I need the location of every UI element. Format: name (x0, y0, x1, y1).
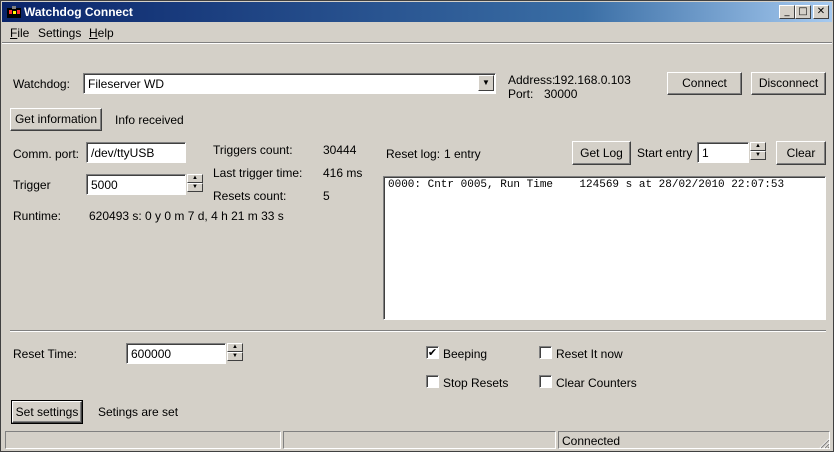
watchdog-select[interactable]: Fileserver WD (83, 73, 496, 94)
address-value: 192.168.0.103 (554, 73, 631, 87)
close-button[interactable]: ✕ (813, 5, 829, 19)
maximize-button[interactable]: □ (795, 5, 811, 19)
set-settings-button[interactable]: Set settings (11, 400, 83, 424)
menu-file-label: ile (17, 26, 30, 40)
port-label: Port: (508, 87, 534, 101)
title-bar[interactable]: Watchdog Connect _ □ ✕ (2, 2, 832, 22)
settings-status: Setings are set (98, 405, 179, 419)
connect-button[interactable]: Connect (667, 72, 742, 95)
section-separator (10, 330, 826, 332)
main-window: Watchdog Connect _ □ ✕ File Settings Hel… (0, 0, 834, 452)
trigger-spinner[interactable]: ▲ ▼ (187, 174, 203, 192)
spin-down-icon[interactable]: ▼ (187, 183, 203, 192)
start-entry-label: Start entry (637, 146, 693, 160)
window-title: Watchdog Connect (24, 5, 133, 19)
menu-settings[interactable]: Settings (38, 26, 81, 40)
reset-time-spinner[interactable]: ▲ ▼ (227, 343, 243, 361)
runtime-value: 620493 s: 0 y 0 m 7 d, 4 h 21 m 33 s (89, 209, 284, 223)
reset-it-now-checkbox[interactable] (539, 346, 552, 359)
triggers-count-value: 30444 (323, 143, 357, 157)
menu-help[interactable]: Help (89, 26, 114, 40)
start-entry-spinner[interactable]: ▲ ▼ (750, 142, 766, 160)
spin-down-icon[interactable]: ▼ (227, 352, 243, 361)
comm-port-label: Comm. port: (13, 147, 80, 161)
reset-log-label: Reset log: (386, 147, 441, 161)
menu-file[interactable]: File (10, 26, 29, 40)
status-pane-2 (283, 431, 556, 449)
minimize-button[interactable]: _ (779, 5, 795, 19)
spin-up-icon[interactable]: ▲ (187, 174, 203, 183)
reset-it-now-label[interactable]: Reset It now (556, 347, 623, 361)
reset-log-entries: 1 entry (444, 147, 481, 161)
status-pane-connection: Connected (558, 431, 830, 449)
address-label: Address: (508, 73, 556, 87)
chevron-down-icon[interactable]: ▼ (478, 75, 494, 91)
reset-time-input[interactable]: 600000 (126, 343, 226, 364)
reset-log-list[interactable]: 0000: Cntr 0005, Run Time 124569 s at 28… (383, 176, 826, 320)
start-entry-input[interactable]: 1 (697, 142, 749, 163)
menu-help-label: elp (97, 26, 114, 40)
get-information-button[interactable]: Get information (10, 108, 102, 131)
menu-help-mnemonic: H (89, 26, 98, 40)
triggers-count-label: Triggers count: (213, 143, 293, 157)
last-trigger-label: Last trigger time: (213, 166, 303, 180)
spin-up-icon[interactable]: ▲ (750, 142, 766, 151)
clear-counters-checkbox[interactable] (539, 375, 552, 388)
clear-log-button[interactable]: Clear (776, 141, 826, 165)
resize-grip-icon[interactable] (818, 437, 830, 449)
watchdog-selected-value: Fileserver WD (88, 77, 165, 91)
spin-up-icon[interactable]: ▲ (227, 343, 243, 352)
reset-time-label: Reset Time: (13, 347, 78, 361)
stop-resets-checkbox[interactable] (426, 375, 439, 388)
menu-separator (2, 42, 832, 44)
stop-resets-label[interactable]: Stop Resets (443, 376, 508, 390)
port-value: 30000 (544, 87, 578, 101)
resets-count-label: Resets count: (213, 189, 287, 203)
info-status: Info received (115, 113, 184, 127)
watchdog-app-icon (7, 6, 21, 18)
log-line[interactable]: 0000: Cntr 0005, Run Time 124569 s at 28… (388, 179, 821, 191)
watchdog-label: Watchdog: (13, 77, 70, 91)
runtime-label: Runtime: (13, 209, 62, 223)
beeping-checkbox[interactable]: ✔ (426, 346, 439, 359)
trigger-input[interactable]: 5000 (86, 174, 186, 195)
get-log-button[interactable]: Get Log (572, 141, 631, 165)
menu-bar: File Settings Help (2, 23, 832, 41)
disconnect-button[interactable]: Disconnect (751, 72, 826, 95)
status-pane-1 (5, 431, 281, 449)
beeping-label[interactable]: Beeping (443, 347, 487, 361)
trigger-label: Trigger (13, 178, 51, 192)
resets-count-value: 5 (323, 189, 330, 203)
comm-port-input[interactable]: /dev/ttyUSB (86, 142, 186, 163)
clear-counters-label[interactable]: Clear Counters (556, 376, 637, 390)
spin-down-icon[interactable]: ▼ (750, 151, 766, 160)
last-trigger-value: 416 ms (323, 166, 363, 180)
